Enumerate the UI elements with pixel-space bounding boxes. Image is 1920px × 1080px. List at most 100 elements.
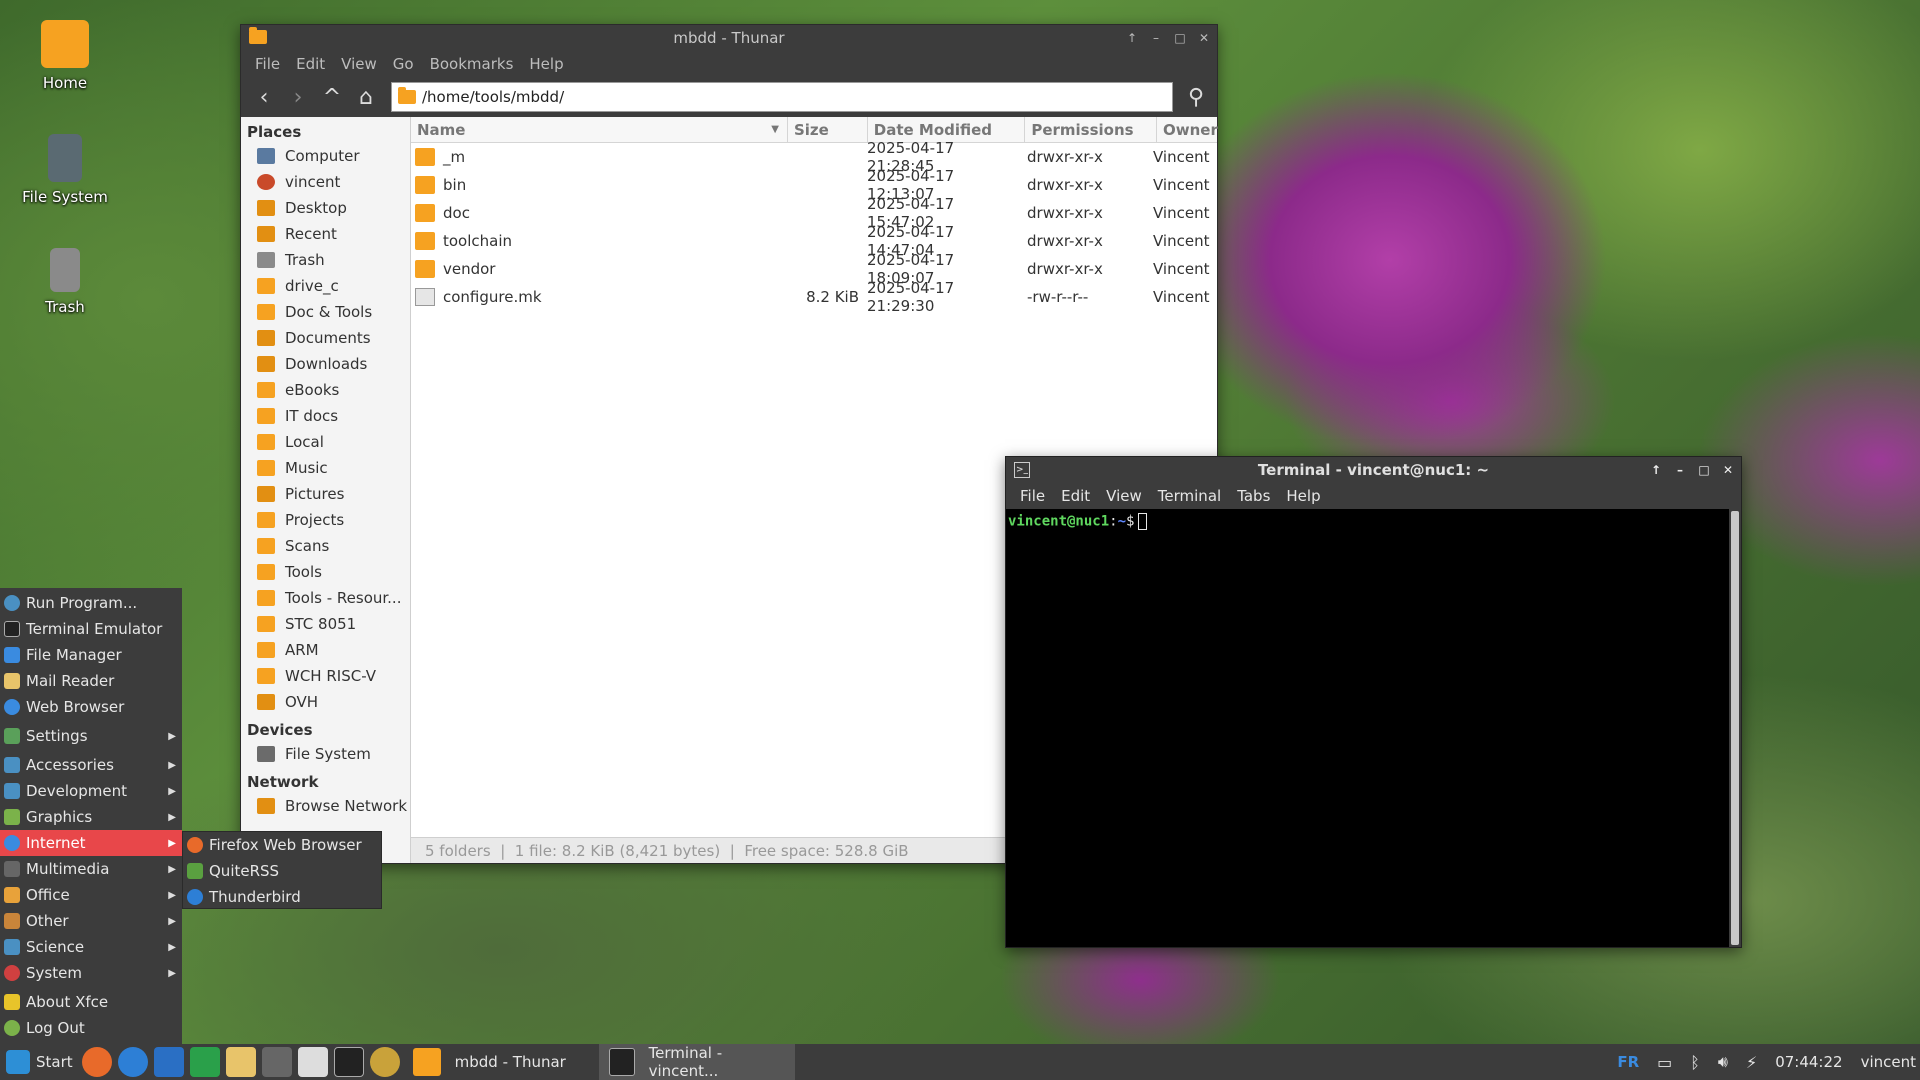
menu-item-file-manager[interactable]: File Manager — [0, 642, 182, 668]
sidebar-item-tools[interactable]: Tools — [241, 559, 410, 585]
search-icon[interactable]: ⚲ — [1181, 82, 1211, 112]
calculator-icon[interactable] — [261, 1047, 292, 1077]
menu-item-about-xfce[interactable]: About Xfce — [0, 989, 182, 1015]
sidebar-item-wch-risc-v[interactable]: WCH RISC-V — [241, 663, 410, 689]
sidebar-item-stc-8051[interactable]: STC 8051 — [241, 611, 410, 637]
menu-terminal[interactable]: Terminal — [1150, 487, 1229, 505]
menu-edit[interactable]: Edit — [1053, 487, 1098, 505]
keyboard-layout[interactable]: FR — [1617, 1053, 1639, 1071]
firefox-icon[interactable] — [81, 1047, 112, 1077]
table-row[interactable]: vendor 2025-04-17 18:09:07 drwxr-xr-x Vi… — [411, 251, 1217, 287]
menu-help[interactable]: Help — [521, 55, 571, 73]
bluetooth-icon[interactable]: ᛒ — [1690, 1053, 1700, 1072]
menu-item-accessories[interactable]: Accessories ▶ — [0, 752, 182, 778]
sidebar-item-ovh[interactable]: OVH — [241, 689, 410, 715]
minimize-button[interactable]: – — [1673, 463, 1687, 477]
menu-tabs[interactable]: Tabs — [1229, 487, 1278, 505]
column-name[interactable]: Name ▼ — [411, 117, 788, 142]
menu-go[interactable]: Go — [385, 55, 422, 73]
username[interactable]: vincent — [1861, 1053, 1916, 1071]
sidebar-item-downloads[interactable]: Downloads — [241, 351, 410, 377]
column-owner[interactable]: Owner — [1157, 117, 1218, 142]
menu-item-firefox[interactable]: Firefox Web Browser — [183, 832, 381, 858]
menu-help[interactable]: Help — [1278, 487, 1328, 505]
location-bar[interactable]: /home/tools/mbdd/ — [391, 82, 1173, 112]
thunar-titlebar[interactable]: mbdd - Thunar ↑ – □ ✕ — [241, 25, 1217, 51]
menu-item-terminal-emulator[interactable]: Terminal Emulator — [0, 616, 182, 642]
sidebar-item-pictures[interactable]: Pictures — [241, 481, 410, 507]
menu-item-run-program[interactable]: Run Program... — [0, 590, 182, 616]
terminal-scrollbar[interactable] — [1729, 509, 1741, 947]
menu-item-other[interactable]: Other ▶ — [0, 908, 182, 934]
sidebar-item-filesystem[interactable]: File System — [241, 741, 410, 767]
display-icon[interactable]: ▭ — [1657, 1053, 1672, 1072]
sidebar-item-documents[interactable]: Documents — [241, 325, 410, 351]
sidebar-item-recent[interactable]: Recent — [241, 221, 410, 247]
maximize-button[interactable]: □ — [1173, 31, 1187, 45]
terminal-icon[interactable] — [333, 1047, 364, 1077]
sidebar-item-ebooks[interactable]: eBooks — [241, 377, 410, 403]
text-editor-icon[interactable] — [297, 1047, 328, 1077]
menu-item-development[interactable]: Development ▶ — [0, 778, 182, 804]
sidebar-item-music[interactable]: Music — [241, 455, 410, 481]
menu-item-multimedia[interactable]: Multimedia ▶ — [0, 856, 182, 882]
menu-file[interactable]: File — [1012, 487, 1053, 505]
menu-item-internet[interactable]: Internet ▶ — [0, 830, 182, 856]
sidebar-item-doc-tools[interactable]: Doc & Tools — [241, 299, 410, 325]
menu-view[interactable]: View — [333, 55, 385, 73]
thunderbird-icon[interactable] — [117, 1047, 148, 1077]
menu-item-mail-reader[interactable]: Mail Reader — [0, 668, 182, 694]
table-row[interactable]: bin 2025-04-17 12:13:07 drwxr-xr-x Vince… — [411, 167, 1217, 203]
menu-view[interactable]: View — [1098, 487, 1150, 505]
desktop-icon-trash[interactable]: Trash — [10, 248, 120, 316]
start-button[interactable]: Start — [0, 1044, 79, 1080]
sidebar-item-desktop[interactable]: Desktop — [241, 195, 410, 221]
sidebar-item-trash[interactable]: Trash — [241, 247, 410, 273]
back-arrow-icon[interactable]: ‹ — [249, 82, 279, 112]
shade-button[interactable]: ↑ — [1649, 463, 1663, 477]
menu-item-log-out[interactable]: Log Out — [0, 1015, 182, 1041]
close-button[interactable]: ✕ — [1197, 31, 1211, 45]
power-icon[interactable]: ⚡︎ — [1746, 1053, 1757, 1072]
task-terminal[interactable]: Terminal - vincent... — [598, 1044, 795, 1080]
sidebar-item-browse-network[interactable]: Browse Network — [241, 793, 410, 819]
table-row[interactable]: configure.mk 8.2 KiB 2025-04-17 21:29:30… — [411, 279, 1217, 315]
task-thunar[interactable]: mbdd - Thunar — [403, 1044, 599, 1080]
desktop-icon-home[interactable]: Home — [10, 20, 120, 92]
menu-edit[interactable]: Edit — [288, 55, 333, 73]
sidebar-item-vincent[interactable]: vincent — [241, 169, 410, 195]
menu-item-web-browser[interactable]: Web Browser — [0, 694, 182, 720]
sidebar-item-projects[interactable]: Projects — [241, 507, 410, 533]
sidebar-item-it-docs[interactable]: IT docs — [241, 403, 410, 429]
menu-item-quiterss[interactable]: QuiteRSS — [183, 858, 381, 884]
terminal-output[interactable]: vincent@nuc1:~$ — [1006, 509, 1741, 947]
sidebar-item-arm[interactable]: ARM — [241, 637, 410, 663]
terminal-titlebar[interactable]: >_ Terminal - vincent@nuc1: ~ ↑ – □ ✕ — [1006, 457, 1741, 483]
menu-item-office[interactable]: Office ▶ — [0, 882, 182, 908]
menu-file[interactable]: File — [247, 55, 288, 73]
menu-item-system[interactable]: System ▶ — [0, 960, 182, 986]
desktop-icon-filesystem[interactable]: File System — [10, 134, 120, 206]
maximize-button[interactable]: □ — [1697, 463, 1711, 477]
volume-icon[interactable]: 🔊︎ — [1718, 1052, 1728, 1072]
sidebar-item-scans[interactable]: Scans — [241, 533, 410, 559]
menu-item-science[interactable]: Science ▶ — [0, 934, 182, 960]
sidebar-item-computer[interactable]: Computer — [241, 143, 410, 169]
close-button[interactable]: ✕ — [1721, 463, 1735, 477]
calc-icon[interactable] — [189, 1047, 220, 1077]
sidebar-item-tools-resources[interactable]: Tools - Resour... — [241, 585, 410, 611]
table-row[interactable]: doc 2025-04-17 15:47:02 drwxr-xr-x Vince… — [411, 195, 1217, 231]
mascot-icon[interactable] — [369, 1047, 400, 1077]
menu-item-thunderbird[interactable]: Thunderbird — [183, 884, 381, 910]
table-row[interactable]: _m 2025-04-17 21:28:45 drwxr-xr-x Vincen… — [411, 139, 1217, 175]
scrollbar-thumb[interactable] — [1731, 511, 1739, 945]
minimize-button[interactable]: – — [1149, 31, 1163, 45]
column-permissions[interactable]: Permissions — [1025, 117, 1157, 142]
column-size[interactable]: Size — [788, 117, 868, 142]
sidebar-item-local[interactable]: Local — [241, 429, 410, 455]
clock[interactable]: 07:44:22 — [1775, 1053, 1842, 1071]
up-arrow-icon[interactable]: ^ — [317, 82, 347, 112]
shade-button[interactable]: ↑ — [1125, 31, 1139, 45]
table-row[interactable]: toolchain 2025-04-17 14:47:04 drwxr-xr-x… — [411, 223, 1217, 259]
menu-item-settings[interactable]: Settings ▶ — [0, 723, 182, 749]
